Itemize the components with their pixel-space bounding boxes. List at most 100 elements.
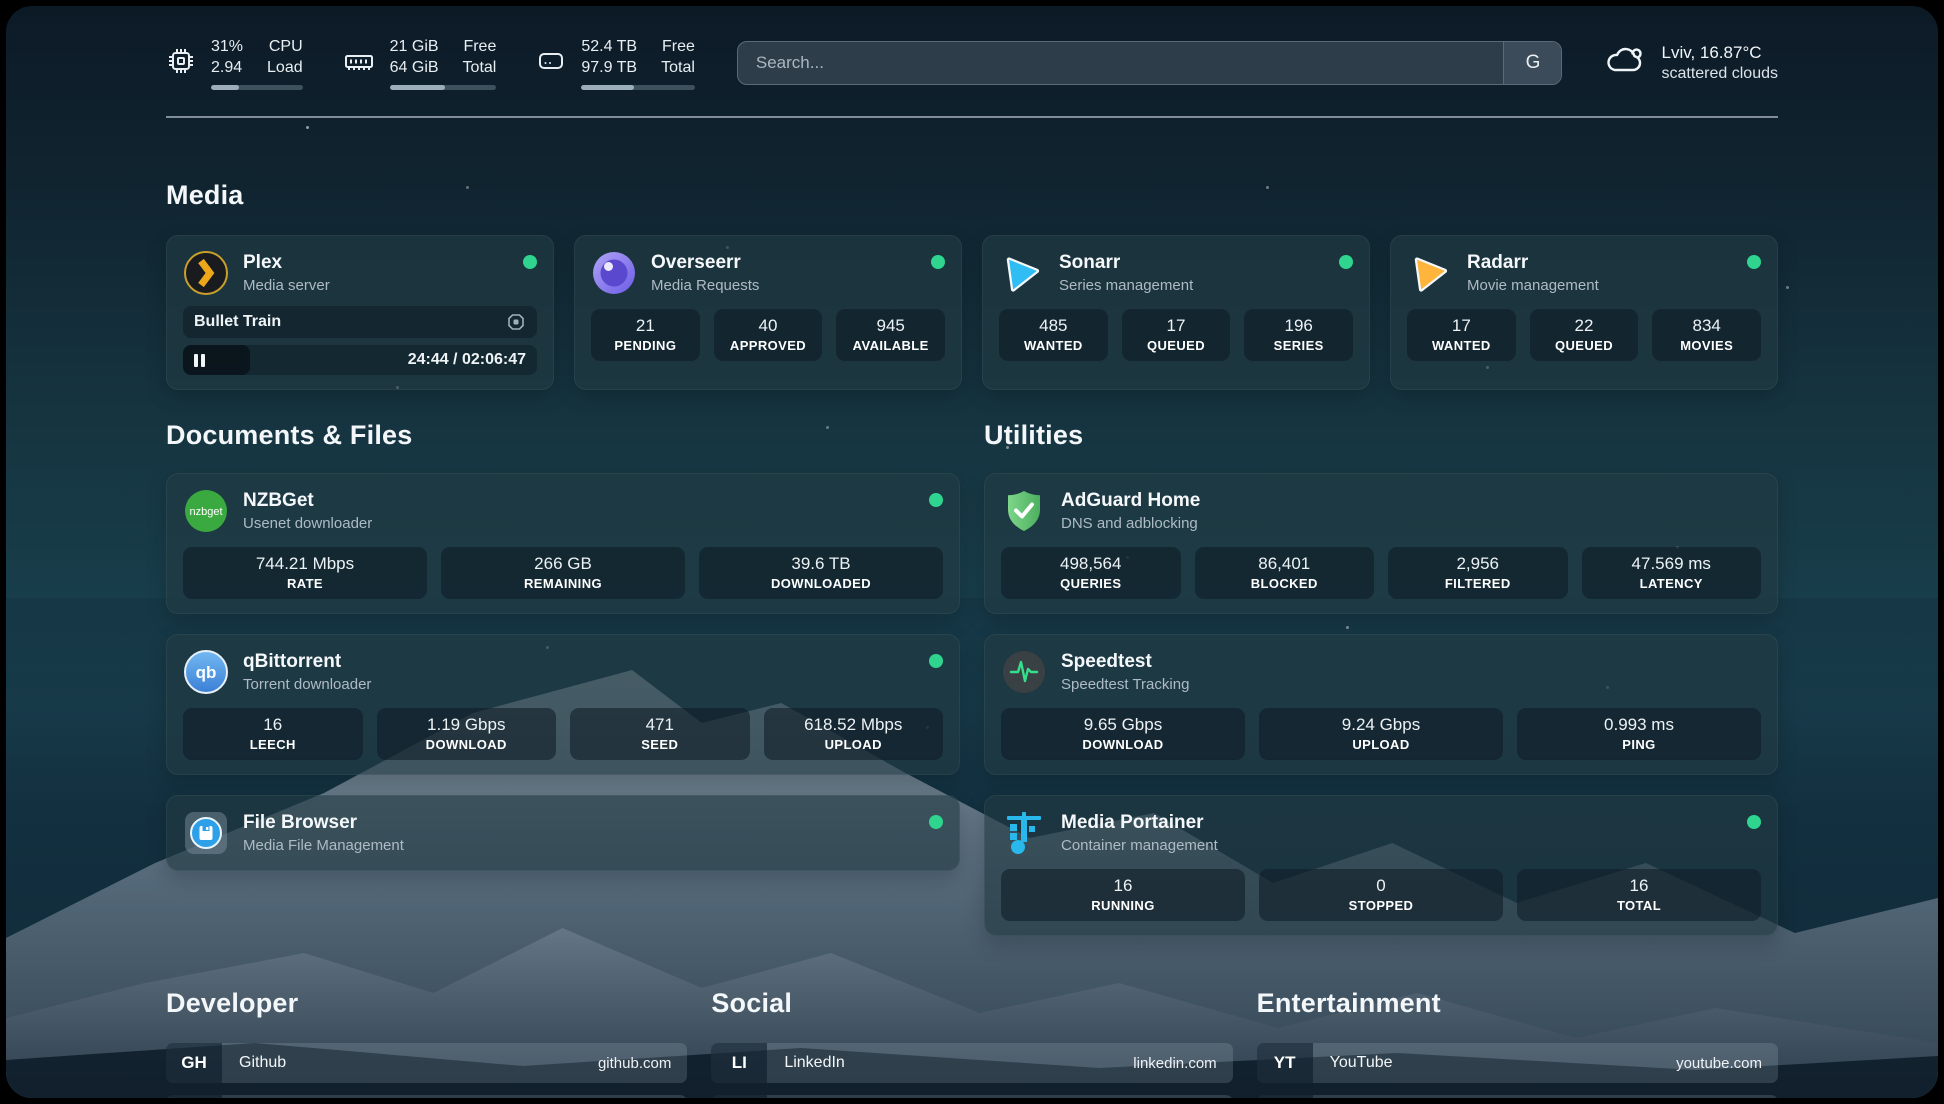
stat-tile: 17 WANTED — [1407, 309, 1516, 361]
plex-card[interactable]: Plex Media server Bullet Train 24:44 / 0 — [166, 235, 554, 390]
adguard-icon — [1001, 488, 1047, 534]
qbittorrent-icon: qb — [183, 649, 229, 695]
adguard-title: AdGuard Home — [1061, 489, 1200, 514]
stat-tile: 0.993 ms PING — [1517, 708, 1761, 760]
stat-label: PENDING — [595, 338, 696, 353]
stat-label: PING — [1521, 737, 1757, 752]
cloud-icon — [1604, 43, 1646, 82]
cpu-load-value: 2.94 — [211, 57, 243, 78]
media-card-row: Plex Media server Bullet Train 24:44 / 0 — [166, 235, 1778, 390]
social-section: Social LI LinkedIn linkedin.com TW Twitt… — [711, 988, 1232, 1098]
stat-tile: 16 TOTAL — [1517, 869, 1761, 921]
sonarr-card[interactable]: Sonarr Series management 485 WANTED 17 Q… — [982, 235, 1370, 390]
bookmark-stackoverflow[interactable]: SO StackOverflow stackoverflow.com — [166, 1095, 687, 1098]
stat-tile: 9.65 Gbps DOWNLOAD — [1001, 708, 1245, 760]
stat-value: 266 GB — [445, 554, 681, 574]
stat-value: 16 — [1005, 876, 1241, 896]
system-stats: 31% CPU 2.94 Load — [166, 36, 695, 90]
search-input[interactable] — [738, 42, 1504, 84]
stat-tile: 2,956 FILTERED — [1388, 547, 1568, 599]
stat-tile: 9.24 Gbps UPLOAD — [1259, 708, 1503, 760]
portainer-card[interactable]: Media Portainer Container management 16 … — [984, 795, 1778, 936]
disk-progress-track — [581, 85, 695, 90]
stat-label: TOTAL — [1521, 898, 1757, 913]
bookmark-linkedin[interactable]: LI LinkedIn linkedin.com — [711, 1043, 1232, 1083]
nzbget-card[interactable]: nzbget NZBGet Usenet downloader 74 — [166, 473, 960, 614]
overseerr-card[interactable]: Overseerr Media Requests 21 PENDING 40 A… — [574, 235, 962, 390]
qbittorrent-status-dot — [929, 654, 943, 668]
bookmark-github[interactable]: GH Github github.com — [166, 1043, 687, 1083]
disk-total-label: Total — [661, 57, 695, 78]
radarr-card[interactable]: Radarr Movie management 17 WANTED 22 QUE… — [1390, 235, 1778, 390]
stat-label: SERIES — [1248, 338, 1349, 353]
stat-value: 471 — [574, 715, 746, 735]
disk-icon — [536, 46, 566, 81]
filebrowser-icon — [183, 810, 229, 856]
stat-tile: 744.21 Mbps RATE — [183, 547, 427, 599]
radarr-icon — [1407, 250, 1453, 296]
stat-tile: 266 GB REMAINING — [441, 547, 685, 599]
bookmark-name: YouTube — [1330, 1054, 1393, 1072]
stat-value: 47.569 ms — [1586, 554, 1758, 574]
plex-time: 24:44 / 02:06:47 — [408, 351, 537, 369]
stat-tile: 22 QUEUED — [1530, 309, 1639, 361]
filebrowser-card[interactable]: File Browser Media File Management — [166, 795, 960, 871]
stat-label: RUNNING — [1005, 898, 1241, 913]
stat-label: DOWNLOAD — [381, 737, 553, 752]
stat-label: LATENCY — [1586, 576, 1758, 591]
bookmark-youtube[interactable]: YT YouTube youtube.com — [1257, 1043, 1778, 1083]
stat-label: DOWNLOAD — [1005, 737, 1241, 752]
cpu-icon — [166, 46, 196, 81]
speedtest-card[interactable]: Speedtest Speedtest Tracking 9.65 Gbps D… — [984, 634, 1778, 775]
portainer-title: Media Portainer — [1061, 811, 1218, 836]
sonarr-status-dot — [1339, 255, 1353, 269]
stat-value: 21 — [595, 316, 696, 336]
search-bar: G — [737, 41, 1563, 85]
stat-label: DOWNLOADED — [703, 576, 939, 591]
media-section-heading: Media — [166, 180, 1778, 211]
stat-value: 16 — [1521, 876, 1757, 896]
sonarr-subtitle: Series management — [1059, 276, 1193, 296]
qbittorrent-card[interactable]: qb qBittorrent Torrent downloader — [166, 634, 960, 775]
cpu-progress-track — [211, 85, 303, 90]
adguard-card[interactable]: AdGuard Home DNS and adblocking 498,564 … — [984, 473, 1778, 614]
stat-label: WANTED — [1003, 338, 1104, 353]
search-engine-button[interactable]: G — [1503, 42, 1561, 84]
entertainment-section-heading: Entertainment — [1257, 988, 1778, 1019]
developer-section-heading: Developer — [166, 988, 687, 1019]
pause-button[interactable] — [194, 354, 205, 367]
stat-tile: 196 SERIES — [1244, 309, 1353, 361]
stat-tile: 39.6 TB DOWNLOADED — [699, 547, 943, 599]
dashboard-screen: 31% CPU 2.94 Load — [6, 6, 1938, 1098]
overseerr-subtitle: Media Requests — [651, 276, 759, 296]
portainer-icon — [1001, 810, 1047, 856]
weather-condition: scattered clouds — [1661, 64, 1778, 85]
stat-tile: 498,564 QUERIES — [1001, 547, 1181, 599]
bookmark-name: Github — [239, 1054, 286, 1072]
session-camera-icon[interactable] — [506, 312, 526, 332]
stat-value: 17 — [1126, 316, 1227, 336]
plex-status-dot — [523, 255, 537, 269]
disk-free-value: 52.4 TB — [581, 36, 637, 57]
radarr-title: Radarr — [1467, 251, 1599, 276]
disk-free-label: Free — [661, 36, 695, 57]
bookmark-abbr: TW — [711, 1095, 767, 1098]
overseerr-title: Overseerr — [651, 251, 759, 276]
ram-free-label: Free — [463, 36, 497, 57]
stat-value: 744.21 Mbps — [187, 554, 423, 574]
disk-total-value: 97.9 TB — [581, 57, 637, 78]
cpu-usage-value: 31% — [211, 36, 243, 57]
bookmark-abbr: YT — [1257, 1043, 1313, 1083]
stat-tile: 21 PENDING — [591, 309, 700, 361]
documents-column: Documents & Files nzbget — [166, 420, 960, 936]
stat-label: LEECH — [187, 737, 359, 752]
radarr-status-dot — [1747, 255, 1761, 269]
bookmark-abbr: GH — [166, 1043, 222, 1083]
stat-value: 39.6 TB — [703, 554, 939, 574]
portainer-status-dot — [1747, 815, 1761, 829]
bookmark-abbr: LI — [711, 1043, 767, 1083]
bookmark-twitter[interactable]: TW Twitter twitter.com — [711, 1095, 1232, 1098]
bookmark-url: youtube.com — [1676, 1055, 1762, 1072]
bookmark-netflix[interactable]: NF Netflix netflix.com — [1257, 1095, 1778, 1098]
plex-now-playing-row: Bullet Train — [183, 306, 537, 338]
